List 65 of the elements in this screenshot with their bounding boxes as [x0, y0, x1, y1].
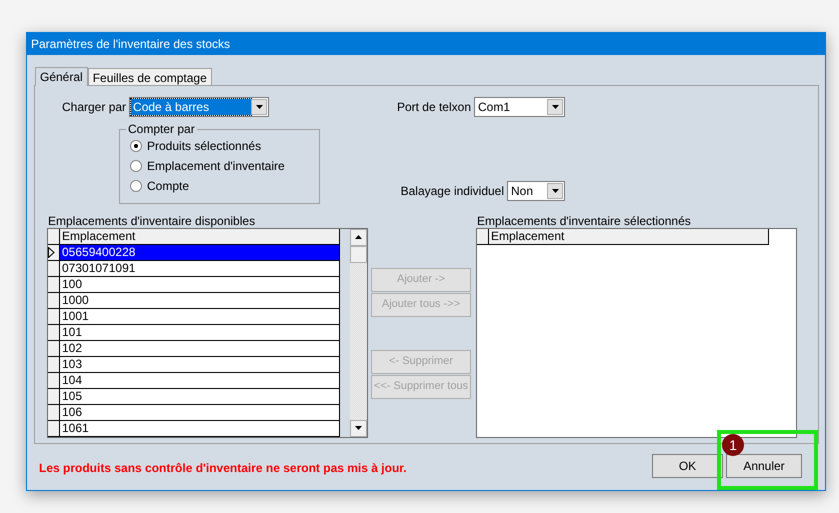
row-selector[interactable]: [48, 244, 60, 261]
charger-par-dropdown[interactable]: Code à barres: [129, 96, 270, 117]
row-selector[interactable]: [48, 420, 60, 437]
dropdown-value: Non: [510, 182, 534, 199]
down-arrow-icon: [355, 426, 362, 430]
scroll-up-button[interactable]: [350, 228, 367, 246]
row-selector[interactable]: [48, 292, 60, 309]
dialog-button[interactable]: Annuler: [726, 454, 802, 478]
caret-icon: [552, 104, 558, 109]
header-corner: [48, 228, 60, 245]
warning-message: Les produits sans contrôle d'inventaire ne seront pas mis à jour.: [39, 460, 408, 477]
charger-par-label: Charger par: [62, 98, 126, 116]
grid-cell[interactable]: 07301071091: [60, 260, 340, 277]
row-selector[interactable]: [48, 260, 60, 277]
dialog-button[interactable]: OK: [652, 454, 723, 478]
balayage-dropdown[interactable]: Non: [507, 180, 565, 201]
dropdown-value: Code à barres: [131, 98, 252, 115]
grid-cell[interactable]: 05659400228: [60, 244, 340, 261]
grid-cell[interactable]: 102: [60, 340, 340, 357]
window-title: Paramètres de l'inventaire des stocks: [31, 36, 230, 53]
grid-cell[interactable]: 1001: [60, 308, 340, 325]
row-selector[interactable]: [48, 308, 60, 325]
dropdown-arrow-button[interactable]: [547, 182, 563, 199]
row-selector[interactable]: [48, 356, 60, 373]
caret-icon: [552, 188, 558, 193]
dropdown-arrow-button[interactable]: [251, 98, 268, 115]
row-selector[interactable]: [48, 372, 60, 389]
tab[interactable]: Feuilles de comptage: [88, 68, 212, 85]
radio-label: Compte: [147, 178, 190, 194]
row-selector[interactable]: [48, 340, 60, 357]
row-selector[interactable]: [48, 276, 60, 293]
grid-cell[interactable]: 101: [60, 324, 340, 341]
grid-cell[interactable]: 103: [60, 356, 340, 373]
up-arrow-icon: [355, 235, 362, 240]
caret-icon: [256, 104, 263, 109]
scroll-down-button[interactable]: [350, 420, 367, 437]
tab[interactable]: Général: [35, 66, 88, 86]
row-selector[interactable]: [48, 404, 60, 421]
group-title: Compter par: [126, 122, 197, 136]
column-header[interactable]: Emplacement: [60, 228, 340, 245]
radio-label: Produits sélectionnés: [147, 138, 262, 154]
row-pointer-icon: [48, 246, 55, 258]
dropdown-arrow-button[interactable]: [547, 98, 563, 115]
column-header[interactable]: Emplacement: [489, 228, 769, 245]
grid-cell[interactable]: 106: [60, 404, 340, 421]
radio-button[interactable]: [130, 140, 142, 152]
header-corner: [477, 228, 489, 245]
list-title: Emplacements d'inventaire sélectionnés: [476, 214, 692, 228]
radio-button[interactable]: [130, 160, 142, 172]
row-selector[interactable]: [48, 324, 60, 341]
dropdown-value: Com1: [477, 98, 512, 115]
grid-cell[interactable]: 100: [60, 276, 340, 293]
radio-button[interactable]: [130, 180, 142, 192]
grid-cell[interactable]: 104: [60, 372, 340, 389]
port-telxon-label: Port de telxon: [396, 98, 471, 116]
grid-cell[interactable]: 1061: [60, 420, 340, 437]
port-telxon-dropdown[interactable]: Com1: [474, 96, 565, 117]
balayage-label: Balayage individuel: [400, 182, 504, 200]
grid-cell[interactable]: 105: [60, 388, 340, 405]
grid-cell[interactable]: 1000: [60, 292, 340, 309]
radio-label: Emplacement d'inventaire: [147, 158, 285, 174]
row-selector[interactable]: [48, 388, 60, 405]
list-title: Emplacements d'inventaire disponibles: [47, 214, 256, 228]
scroll-thumb[interactable]: [350, 246, 367, 263]
scrollbar[interactable]: [350, 228, 367, 437]
